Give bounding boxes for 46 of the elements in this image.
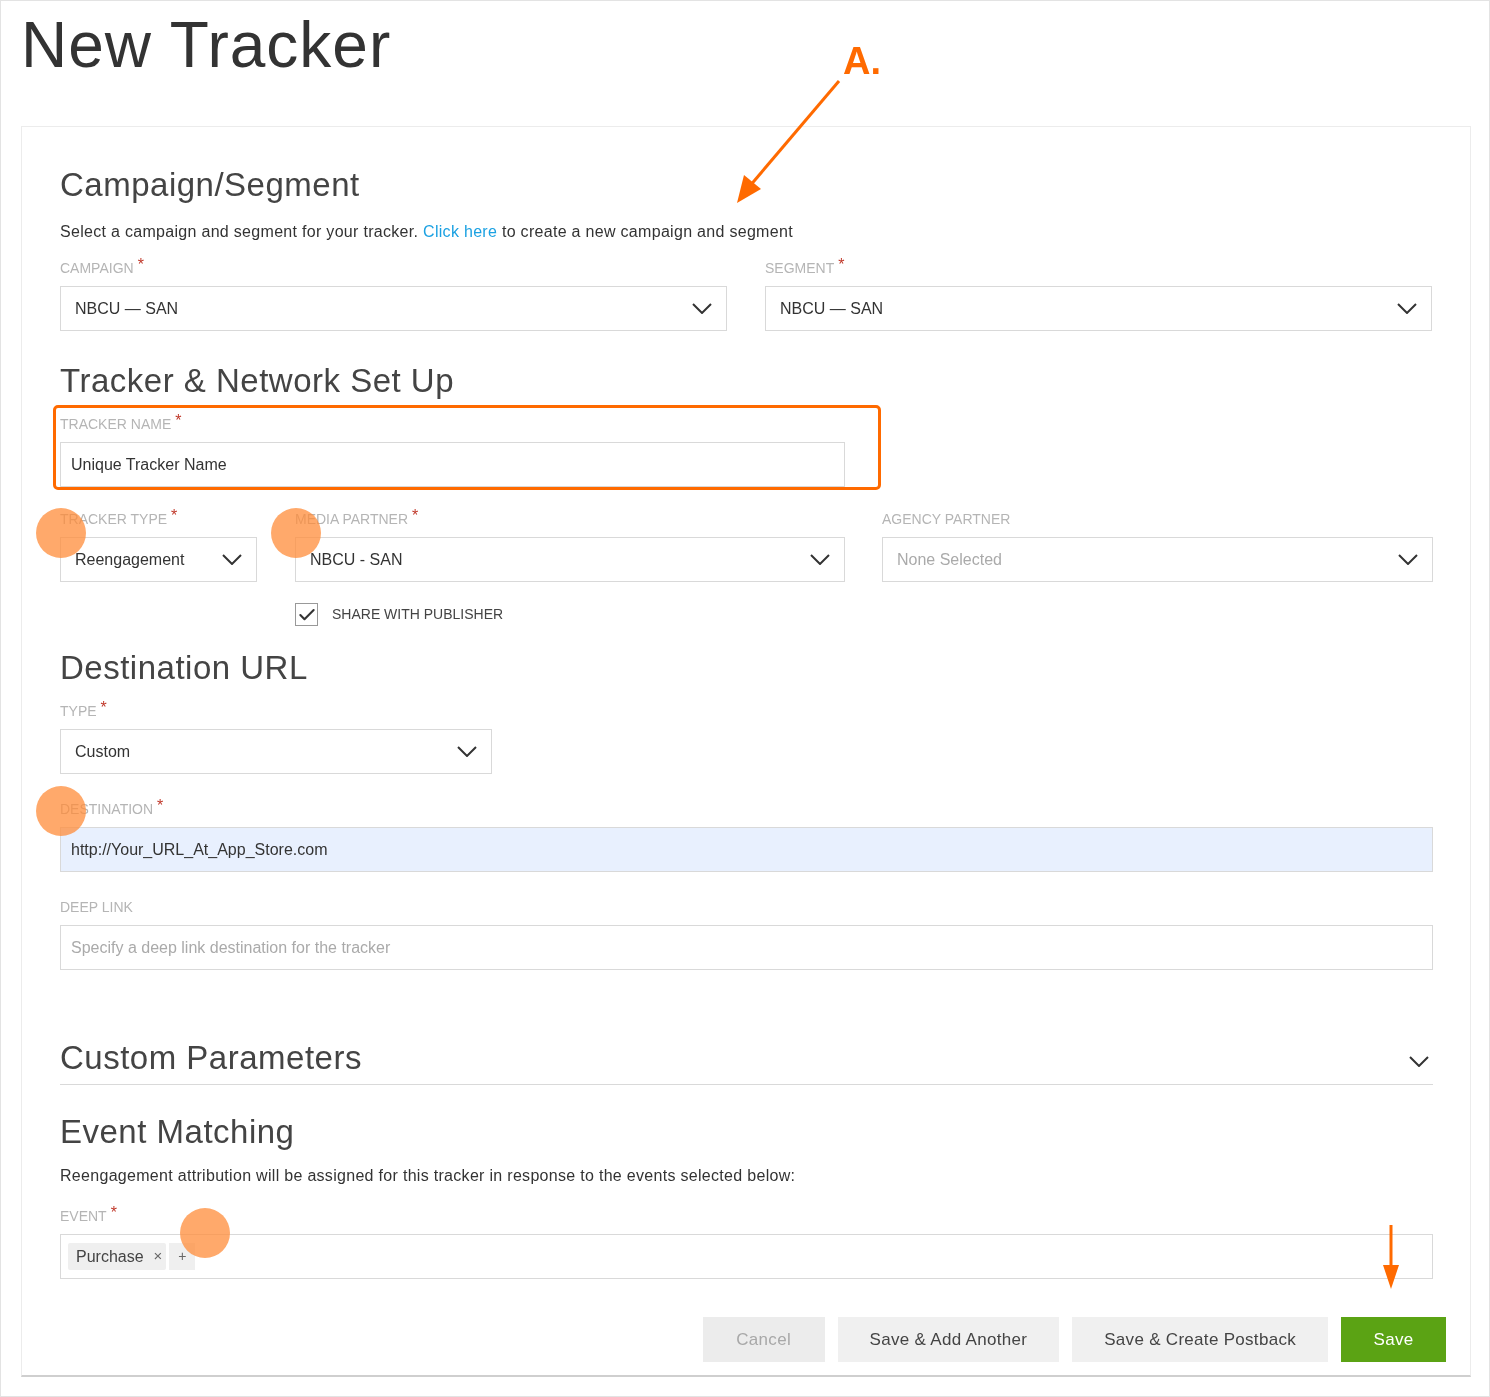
remove-tag-button[interactable]: × (153, 1245, 163, 1268)
required-mark: * (412, 510, 419, 522)
checkbox-label: SHARE WITH PUBLISHER (332, 605, 504, 624)
field-label: SEGMENT (765, 259, 835, 278)
section-heading: Destination URL (60, 648, 309, 688)
select-field[interactable]: Reengagement (60, 537, 257, 582)
required-mark: * (157, 800, 164, 812)
event-tag: Purchase × (68, 1243, 167, 1270)
required-mark: * (171, 510, 178, 522)
action-button[interactable]: Save & Create Postback (1072, 1317, 1328, 1362)
section-heading: Event Matching (60, 1112, 296, 1152)
required-mark: * (838, 259, 845, 271)
required-mark: * (137, 259, 144, 271)
page-title: New Tracker (21, 8, 392, 83)
field-label: AGENCY PARTNER (882, 510, 1011, 529)
field-label: TRACKER NAME (60, 415, 172, 434)
field-label: DEEP LINK (60, 898, 133, 917)
select-field[interactable]: NBCU — SAN (60, 286, 727, 331)
intro-text: Select a campaign and segment for your tracker. Click here to create a new campaign and segment (60, 222, 794, 242)
section-heading: Tracker & Network Set Up (60, 361, 456, 401)
destination-field[interactable]: http://Your_URL_At_App_Store.com (60, 827, 1433, 872)
chevron-down-icon (222, 554, 242, 565)
annotation-arrow (1381, 1225, 1401, 1291)
chevron-down-icon (692, 303, 712, 314)
chevron-down-icon (457, 746, 477, 757)
field-label: TYPE (60, 702, 97, 721)
chevron-down-icon (1397, 303, 1417, 314)
action-button[interactable]: Save & Add Another (837, 1317, 1060, 1362)
tracker-name-field[interactable]: Unique Tracker Name (60, 442, 845, 487)
select-field[interactable]: NBCU — SAN (765, 286, 1432, 331)
select-field[interactable]: Custom (60, 729, 492, 774)
required-mark: * (110, 1207, 117, 1219)
select-field[interactable]: NBCU - SAN (295, 537, 845, 582)
chevron-down-icon (810, 554, 830, 565)
chevron-down-icon (1398, 554, 1418, 565)
touch-marker (180, 1208, 230, 1258)
custom-parameters-header[interactable]: Custom Parameters (60, 1038, 1433, 1085)
required-mark: * (175, 415, 182, 427)
field-label: CAMPAIGN (60, 259, 134, 278)
section-heading: Campaign/Segment (60, 165, 361, 205)
annotation-label: A. (843, 39, 881, 83)
chevron-down-icon (1409, 1055, 1429, 1067)
share-checkbox[interactable] (295, 603, 318, 626)
event-description: Reengagement attribution will be assigned for this tracker in response to the events selected below: (60, 1166, 797, 1186)
field-label: EVENT (60, 1207, 107, 1226)
required-mark: * (100, 702, 107, 714)
